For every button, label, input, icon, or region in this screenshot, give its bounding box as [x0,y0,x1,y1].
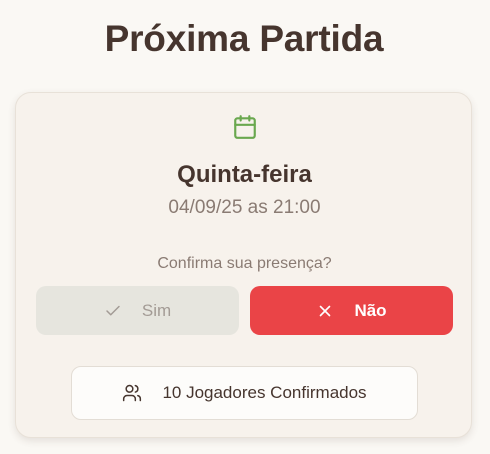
close-icon [316,302,334,320]
confirm-no-label: Não [354,300,387,320]
check-icon [104,302,122,320]
users-icon [122,383,142,403]
match-card: Quinta-feira 04/09/25 as 21:00 Confirma … [15,92,472,438]
page-title: Próxima Partida [104,18,384,59]
confirm-yes-label: Sim [141,300,172,320]
attendance-question: Confirma sua presença? [157,255,332,272]
match-weekday: Quinta-feira [177,161,312,188]
page: Próxima Partida Quinta-feira 04/09/25 as… [0,0,490,454]
confirm-yes-button[interactable]: Sim [36,286,239,335]
confirmed-players-button[interactable]: 10 Jogadores Confirmados [71,366,418,420]
calendar-icon [232,114,258,140]
match-datetime: 04/09/25 as 21:00 [168,197,321,218]
confirmed-players-label: 10 Jogadores Confirmados [162,383,367,402]
confirm-no-button[interactable]: Não [250,286,453,335]
